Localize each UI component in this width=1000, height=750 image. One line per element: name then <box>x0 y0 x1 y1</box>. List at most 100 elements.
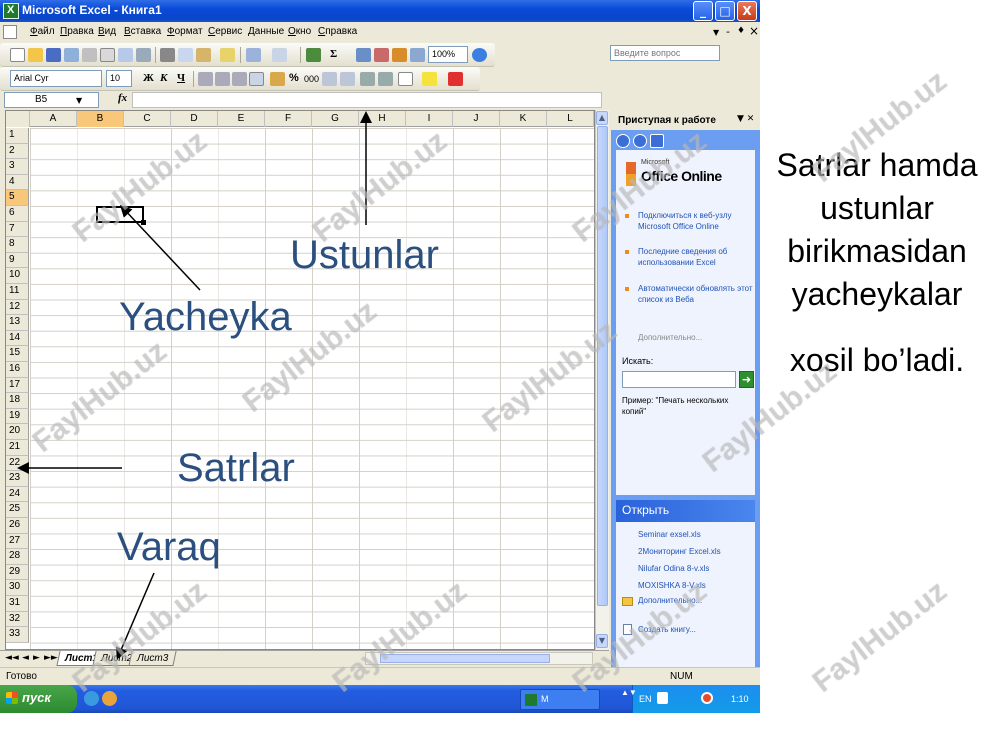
tray-arrows-icon[interactable]: ▲▼ <box>621 688 637 697</box>
sort-ascending-icon[interactable] <box>356 48 371 62</box>
menu-edit[interactable]: Правка <box>60 26 94 37</box>
menu-file[interactable]: Файл <box>30 26 55 37</box>
recent-file-link[interactable]: MOXISHKA 8-V.xls <box>638 581 706 590</box>
new-icon[interactable] <box>10 48 25 62</box>
hyperlink-icon[interactable] <box>306 48 321 62</box>
column-header-b[interactable]: B <box>77 111 124 127</box>
permission-icon[interactable] <box>64 48 79 62</box>
chevron-down-icon[interactable]: ▼ <box>76 96 82 105</box>
open-more-link[interactable]: Дополнительно... <box>638 596 702 605</box>
link-auto-update[interactable]: Автоматически обновлять этот список из В… <box>638 283 753 305</box>
increase-decimal-icon[interactable] <box>322 72 337 86</box>
menu-help[interactable]: Справка <box>318 26 357 37</box>
paste-icon[interactable] <box>196 48 211 62</box>
column-header-c[interactable]: C <box>124 111 171 127</box>
row-header-31[interactable]: 31 <box>6 596 29 612</box>
sheet-tab-3[interactable]: Лист3 <box>128 651 177 666</box>
last-sheet-icon[interactable]: ►► <box>44 653 58 663</box>
thousands-button[interactable]: 000 <box>304 74 319 84</box>
open-icon[interactable] <box>28 48 43 62</box>
scroll-up-icon[interactable]: ▲ <box>596 111 608 125</box>
row-header-9[interactable]: 9 <box>6 252 29 269</box>
next-sheet-icon[interactable]: ► <box>33 653 40 663</box>
column-header-j[interactable]: J <box>453 111 500 127</box>
row-header-24[interactable]: 24 <box>6 486 29 503</box>
row-header-25[interactable]: 25 <box>6 502 29 518</box>
font-size-select[interactable]: 10 <box>106 70 132 87</box>
print-icon[interactable] <box>82 48 97 62</box>
task-pane-close-icon[interactable]: ▼ ✕ <box>737 114 754 124</box>
undo-icon[interactable] <box>246 48 261 62</box>
select-all-corner[interactable] <box>6 111 30 127</box>
back-icon[interactable] <box>616 134 630 148</box>
active-cell[interactable] <box>96 206 146 225</box>
prev-sheet-icon[interactable]: ◄ <box>22 653 29 663</box>
format-painter-icon[interactable] <box>220 48 235 62</box>
maximize-button[interactable]: □ <box>715 1 735 21</box>
fill-color-icon[interactable] <box>422 72 437 86</box>
create-workbook-link[interactable]: Создать книгу... <box>638 625 696 634</box>
row-header-14[interactable]: 14 <box>6 330 29 347</box>
italic-button[interactable]: К <box>160 72 167 84</box>
drawing-icon[interactable] <box>410 48 425 62</box>
row-header-32[interactable]: 32 <box>6 611 29 628</box>
column-header-d[interactable]: D <box>171 111 218 127</box>
taskbar-window-button[interactable]: M <box>520 689 600 710</box>
menu-insert[interactable]: Вставка <box>124 26 161 37</box>
percent-button[interactable]: % <box>289 72 299 84</box>
row-header-1[interactable]: 1 <box>6 128 29 144</box>
row-header-29[interactable]: 29 <box>6 564 29 581</box>
search-input[interactable] <box>622 371 736 388</box>
research-icon[interactable] <box>136 48 151 62</box>
chevron-down-icon[interactable]: ▼ <box>713 28 719 37</box>
minimize-button[interactable]: _ <box>693 1 713 21</box>
menu-format[interactable]: Формат <box>167 26 203 37</box>
row-header-27[interactable]: 27 <box>6 533 29 550</box>
media-player-icon[interactable] <box>102 691 117 706</box>
cut-icon[interactable] <box>160 48 175 62</box>
row-header-18[interactable]: 18 <box>6 393 29 409</box>
font-name-select[interactable]: Arial Cyr <box>10 70 102 87</box>
copy-icon[interactable] <box>178 48 193 62</box>
link-latest-news[interactable]: Последние сведения об использовании Exce… <box>638 246 753 268</box>
help-tray-icon[interactable] <box>657 692 668 704</box>
save-icon[interactable] <box>46 48 61 62</box>
row-header-17[interactable]: 17 <box>6 377 29 394</box>
name-box[interactable]: B5 <box>4 92 99 108</box>
spelling-icon[interactable] <box>118 48 133 62</box>
doc-minimize-button[interactable]: - <box>726 25 730 38</box>
horizontal-scrollbar[interactable] <box>365 652 593 665</box>
row-header-23[interactable]: 23 <box>6 471 29 487</box>
print-preview-icon[interactable] <box>100 48 115 62</box>
doc-restore-button[interactable]: ♦ <box>737 26 745 36</box>
row-header-11[interactable]: 11 <box>6 284 29 300</box>
doc-close-button[interactable]: × <box>749 24 759 38</box>
column-header-g[interactable]: G <box>312 111 359 127</box>
row-header-26[interactable]: 26 <box>6 518 29 534</box>
language-indicator[interactable]: EN <box>639 694 652 704</box>
row-header-3[interactable]: 3 <box>6 159 29 175</box>
column-header-a[interactable]: A <box>30 111 77 127</box>
scroll-thumb[interactable] <box>380 654 550 663</box>
close-button[interactable]: X <box>737 1 757 21</box>
scroll-down-icon[interactable]: ▼ <box>596 634 608 648</box>
excel-app-icon[interactable] <box>3 3 19 19</box>
vertical-scrollbar[interactable]: ▲ ▼ <box>595 110 609 650</box>
menu-window[interactable]: Окно <box>288 26 311 37</box>
column-header-e[interactable]: E <box>218 111 265 127</box>
align-right-icon[interactable] <box>232 72 247 86</box>
help-icon[interactable] <box>472 48 487 62</box>
menu-tools[interactable]: Сервис <box>208 26 242 37</box>
align-left-icon[interactable] <box>198 72 213 86</box>
recent-file-link[interactable]: 2Мониторинг Excel.xls <box>638 547 721 556</box>
borders-icon[interactable] <box>398 72 413 86</box>
row-header-33[interactable]: 33 <box>6 627 29 643</box>
currency-icon[interactable] <box>270 72 285 86</box>
row-header-4[interactable]: 4 <box>6 174 29 191</box>
font-color-icon[interactable] <box>448 72 463 86</box>
merge-center-icon[interactable] <box>249 72 264 86</box>
row-header-2[interactable]: 2 <box>6 143 29 160</box>
row-header-21[interactable]: 21 <box>6 440 29 456</box>
search-go-icon[interactable]: ➜ <box>739 371 754 388</box>
row-header-30[interactable]: 30 <box>6 580 29 596</box>
